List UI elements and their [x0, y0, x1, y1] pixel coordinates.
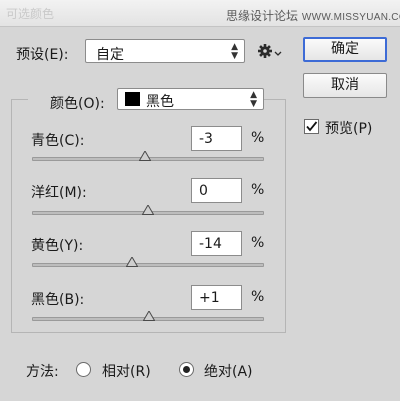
magenta-label: 洋红(M):	[31, 185, 87, 201]
cyan-slider-track[interactable]	[32, 151, 264, 161]
preview-label[interactable]: 预览(P)	[325, 118, 372, 138]
method-label: 方法:	[26, 364, 59, 380]
chevron-updown-icon: ▲ ▼	[231, 42, 238, 61]
black-label: 黑色(B):	[31, 292, 85, 308]
cyan-percent-unit: %	[251, 130, 265, 146]
chevron-updown-icon: ▲ ▼	[250, 90, 257, 109]
magenta-percent-unit: %	[251, 182, 265, 198]
color-select[interactable]: 黑色 ▲ ▼	[117, 88, 264, 110]
magenta-slider-track[interactable]	[32, 205, 264, 215]
window-title: 可选颜色	[6, 7, 55, 21]
magenta-input[interactable]: 0	[191, 178, 242, 203]
black-input[interactable]: +1	[191, 285, 242, 310]
cyan-input[interactable]: -3	[191, 126, 242, 151]
checkmark-icon	[306, 121, 318, 132]
preview-checkbox[interactable]	[304, 119, 319, 134]
preset-select[interactable]: 自定 ▲ ▼	[85, 39, 245, 63]
preset-label: 预设(E):	[16, 47, 69, 63]
watermark: 思缘设计论坛 WWW.MISSYUAN.COM	[226, 7, 400, 24]
yellow-percent-unit: %	[251, 235, 265, 251]
radio-dot	[183, 366, 190, 373]
ok-button[interactable]: 确定	[303, 37, 387, 62]
absolute-label[interactable]: 绝对(A)	[204, 361, 253, 381]
absolute-radio[interactable]	[179, 362, 194, 377]
color-label: 颜色(O):	[50, 96, 105, 112]
cyan-slider-thumb[interactable]	[138, 151, 151, 161]
gear-icon[interactable]	[258, 43, 282, 59]
cancel-button[interactable]: 取消	[303, 73, 387, 98]
watermark-site-name: 思缘设计论坛	[226, 9, 299, 23]
magenta-slider-thumb[interactable]	[142, 205, 154, 215]
yellow-slider-thumb[interactable]	[125, 257, 138, 267]
relative-label[interactable]: 相对(R)	[102, 361, 151, 381]
chevron-down-icon	[274, 51, 282, 56]
black-slider-track[interactable]	[32, 311, 264, 321]
watermark-url: WWW.MISSYUAN.COM	[301, 12, 400, 23]
cyan-label: 青色(C):	[31, 133, 85, 149]
title-bar[interactable]: 可选颜色 思缘设计论坛 WWW.MISSYUAN.COM	[0, 0, 400, 27]
relative-radio[interactable]	[76, 362, 91, 377]
black-slider-thumb[interactable]	[143, 311, 156, 321]
preset-value: 自定	[96, 47, 124, 63]
black-percent-unit: %	[251, 289, 265, 305]
yellow-label: 黄色(Y):	[31, 238, 84, 254]
color-value: 黑色	[146, 94, 174, 110]
yellow-slider-track[interactable]	[32, 257, 264, 267]
yellow-input[interactable]: -14	[191, 231, 242, 256]
color-swatch	[125, 92, 140, 106]
